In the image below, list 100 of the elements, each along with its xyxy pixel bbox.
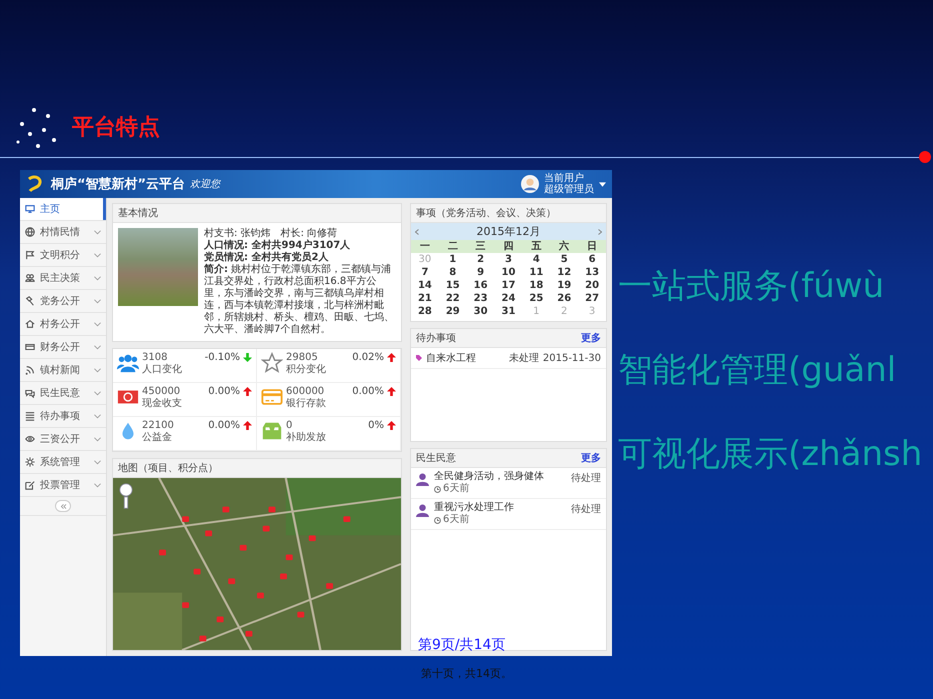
- opinion-time: 6天前: [443, 514, 470, 526]
- calendar-day[interactable]: 2: [466, 253, 495, 266]
- user-name[interactable]: 超级管理员: [544, 184, 594, 195]
- calendar-day[interactable]: 18: [522, 279, 550, 292]
- sidebar-item[interactable]: 镇村新闻: [20, 359, 106, 382]
- stat-change: 0%: [368, 420, 384, 432]
- task-date: 2015-11-30: [542, 352, 601, 364]
- calendar-day[interactable]: 5: [550, 253, 578, 266]
- calendar-day[interactable]: 30: [466, 305, 495, 318]
- sidebar-item[interactable]: 三资公开: [20, 428, 106, 451]
- monitor-icon: [25, 204, 35, 214]
- weekday-label: 六: [558, 240, 570, 253]
- more-link[interactable]: 更多: [581, 451, 601, 465]
- card-icon: [25, 342, 35, 352]
- sidebar-item[interactable]: 系统管理: [20, 451, 106, 474]
- calendar-day[interactable]: 20: [578, 279, 606, 292]
- sidebar-item[interactable]: 村务公开: [20, 313, 106, 336]
- calendar-day[interactable]: 16: [466, 279, 495, 292]
- more-link[interactable]: 更多: [581, 331, 601, 345]
- opinion-title[interactable]: 重视污水处理工作: [434, 502, 566, 514]
- welcome-text: 欢迎您: [190, 178, 220, 191]
- calendar-day[interactable]: 22: [438, 292, 467, 305]
- feature-point: 一站式服务(fúwù: [618, 266, 886, 306]
- sidebar-item[interactable]: 党务公开: [20, 290, 106, 313]
- calendar-day[interactable]: 17: [494, 279, 522, 292]
- sidebar-item[interactable]: 民生民意: [20, 382, 106, 405]
- opinion-title[interactable]: 全民健身活动，强身健体: [434, 471, 566, 483]
- chevron-icon: [94, 344, 101, 350]
- hammer-icon: [25, 296, 35, 306]
- info-text: 人口情况: 全村共994户3107人: [204, 240, 352, 252]
- calendar-day[interactable]: 7: [411, 266, 439, 279]
- calendar-day[interactable]: 4: [522, 253, 550, 266]
- map-zoom-control-icon[interactable]: [119, 482, 133, 510]
- next-month-icon[interactable]: [598, 228, 602, 234]
- leader-text: 村长: 向修荷: [280, 228, 338, 239]
- calendar-day[interactable]: 24: [494, 292, 522, 305]
- panel-title: 地图（项目、积分点）: [113, 459, 401, 478]
- collapse-button[interactable]: [55, 500, 71, 512]
- task-title[interactable]: 自来水工程: [426, 351, 505, 365]
- weekday-label: 日: [586, 240, 598, 253]
- stat-change: 0.00%: [352, 386, 384, 398]
- calendar-day[interactable]: 29: [438, 305, 467, 318]
- caret-icon[interactable]: [599, 182, 606, 186]
- star-icon: [261, 352, 283, 374]
- user-avatar-icon: [521, 175, 539, 193]
- stat-label: 人口变化: [142, 364, 183, 376]
- stat-value: 22100: [142, 420, 175, 432]
- chevron-icon: [94, 322, 101, 326]
- calendar-day[interactable]: 14: [411, 279, 439, 292]
- calendar-day[interactable]: 26: [550, 292, 578, 305]
- stat-label: 公益金: [142, 432, 173, 444]
- calendar-day[interactable]: 21: [411, 292, 439, 305]
- calendar-day[interactable]: 28: [411, 305, 439, 318]
- stat-value: 450000: [142, 386, 182, 398]
- eye-icon: [25, 434, 35, 444]
- weekday-label: 三: [474, 240, 487, 253]
- calendar-day[interactable]: 12: [550, 266, 578, 279]
- sidebar-item[interactable]: 民主决策: [20, 267, 106, 290]
- leader-text: 村支书: 张钧炜: [204, 228, 271, 240]
- flag-icon: [25, 250, 35, 260]
- edit-icon: [25, 480, 35, 490]
- calendar-day[interactable]: 9: [466, 266, 495, 279]
- calendar-day[interactable]: 3: [494, 253, 522, 266]
- sidebar-item[interactable]: 主页: [20, 198, 106, 221]
- panel-title: 事项（党务活动、会议、决策）: [411, 204, 606, 223]
- sidebar-item[interactable]: 文明积分: [20, 244, 106, 267]
- calendar-month: 2015年12月: [476, 224, 540, 239]
- clock-icon: [434, 486, 441, 492]
- sidebar-item[interactable]: 财务公开: [20, 336, 106, 359]
- calendar-day[interactable]: 8: [438, 266, 467, 279]
- calendar-day[interactable]: 27: [578, 292, 606, 305]
- info-text: 党员情况: 全村共有党员2人: [204, 252, 330, 264]
- rss-icon: [25, 365, 35, 375]
- calendar-day[interactable]: 13: [578, 266, 606, 279]
- sidebar-item[interactable]: 村情民情: [20, 221, 106, 244]
- calendar-day[interactable]: 1: [438, 253, 467, 266]
- person-icon: [416, 473, 429, 486]
- calendar-day[interactable]: 10: [494, 266, 522, 279]
- opinion-status: 待处理: [571, 472, 601, 485]
- calendar-day[interactable]: 6: [578, 253, 606, 266]
- stat-value: 3108: [142, 352, 168, 364]
- stat-change: 0.02%: [352, 352, 384, 364]
- app-brand: 桐庐“智慧新村”云平台: [51, 176, 186, 193]
- previous-month-icon[interactable]: [415, 228, 419, 234]
- double-chevron-icon: [60, 504, 66, 508]
- calendar-day[interactable]: 11: [522, 266, 550, 279]
- people-icon: [117, 352, 139, 374]
- tag-icon: [416, 355, 422, 361]
- calendar-day[interactable]: 25: [522, 292, 550, 305]
- page-footer: 第十页，共14页。: [421, 666, 512, 681]
- calendar-day[interactable]: 19: [550, 279, 578, 292]
- calendar-day[interactable]: 31: [494, 305, 522, 318]
- calendar-day[interactable]: 15: [438, 279, 467, 292]
- calendar-day[interactable]: 23: [466, 292, 495, 305]
- list-icon: [25, 411, 35, 421]
- sidebar-item[interactable]: 待办事项: [20, 405, 106, 428]
- user-role: 当前用户: [544, 173, 585, 184]
- card-icon: [261, 386, 283, 408]
- stat-value: 29805: [286, 352, 319, 364]
- sidebar-item[interactable]: 投票管理: [20, 474, 106, 497]
